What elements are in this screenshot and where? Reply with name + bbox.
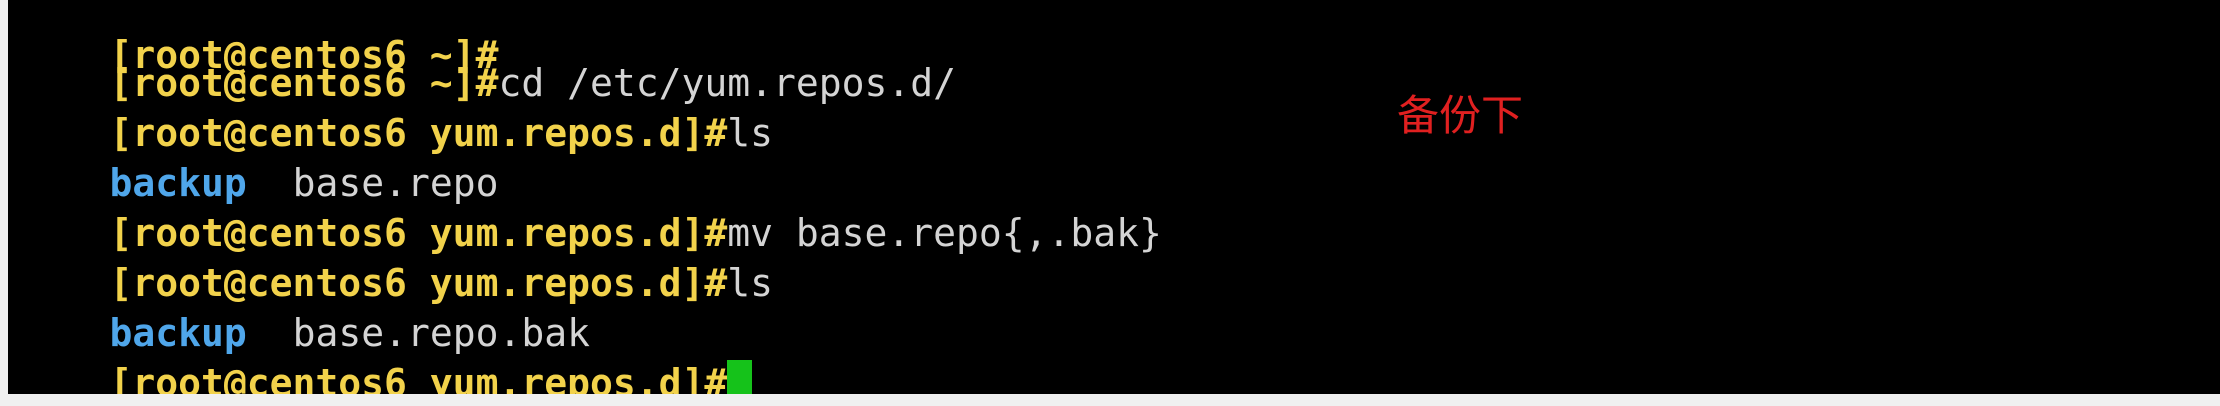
command-text: ls [727,261,773,305]
command-text: mv base.repo{,.bak} [727,211,1162,255]
terminal-line: [root@centos6 yum.repos.d]#ls [18,58,773,155]
terminal-line: [root@centos6 yum.repos.d]#ls [18,208,773,305]
text-cursor[interactable] [727,360,753,394]
terminal-window[interactable]: [root@centos6 ~]# [root@centos6 ~]#cd /e… [8,0,2220,394]
prompt-hash: # [704,361,728,394]
terminal-line: [root@centos6 ~]#cd /etc/yum.repos.d/ [18,8,957,105]
prompt: [root@centos6 yum.repos.d] [109,361,705,394]
terminal-output-line: backup base.repo [18,108,499,205]
command-text: ls [727,111,773,155]
prompt-hash: # [704,261,728,305]
prompt-hash: # [704,111,728,155]
terminal-output-line: backup base.repo.bak [18,258,590,355]
terminal-line: [root@centos6 yum.repos.d]#mv base.repo{… [18,158,1162,255]
terminal-line-active[interactable]: [root@centos6 yum.repos.d]# [18,308,753,394]
annotation-label: 备份下 [1397,91,1524,140]
window-bottom-edge [0,394,2220,406]
